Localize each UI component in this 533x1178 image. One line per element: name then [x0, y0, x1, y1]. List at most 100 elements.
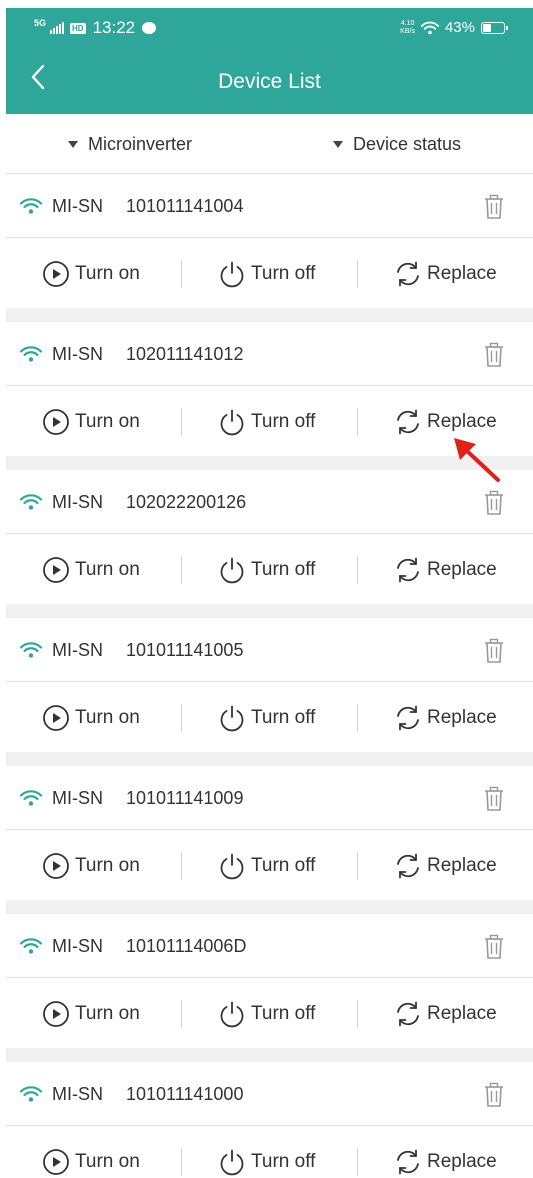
- status-bar: 5G HD 13:22 4.10 KB/s 43%: [6, 8, 533, 50]
- turn-on-button[interactable]: Turn on: [42, 831, 140, 900]
- turn-on-label: Turn on: [75, 854, 140, 876]
- trash-icon[interactable]: [483, 934, 505, 960]
- turn-on-button[interactable]: Turn on: [42, 535, 140, 604]
- play-circle-icon: [43, 1148, 69, 1175]
- device-card: MI-SN 101011141009 Turn on Turn off Repl…: [6, 766, 533, 900]
- battery-icon: [481, 21, 508, 34]
- power-icon: [220, 557, 244, 583]
- replace-button[interactable]: Replace: [394, 239, 497, 308]
- divider: [181, 1148, 182, 1176]
- divider: [357, 260, 358, 288]
- turn-on-button[interactable]: Turn on: [42, 239, 140, 308]
- device-actions: Turn on Turn off Replace: [6, 831, 533, 900]
- app-header: 5G HD 13:22 4.10 KB/s 43% Device List: [6, 8, 533, 114]
- refresh-icon: [397, 853, 419, 878]
- red-arrow-annotation-icon: [454, 438, 500, 482]
- device-card: MI-SN 101011141004 Turn on Turn off Repl…: [6, 174, 533, 308]
- title-bar: Device List: [6, 50, 533, 114]
- turn-on-label: Turn on: [75, 706, 140, 728]
- status-right: 4.10 KB/s 43%: [400, 19, 508, 36]
- divider: [181, 852, 182, 880]
- divider: [181, 260, 182, 288]
- turn-on-label: Turn on: [75, 1002, 140, 1024]
- replace-label: Replace: [427, 1150, 497, 1172]
- device-card: MI-SN 101011141005 Turn on Turn off Repl…: [6, 618, 533, 752]
- speed-value: 4.10: [400, 19, 415, 27]
- trash-icon[interactable]: [483, 1082, 505, 1108]
- device-row: MI-SN 101011141004: [6, 174, 533, 238]
- replace-label: Replace: [427, 854, 497, 876]
- device-status-label: Device status: [353, 134, 462, 154]
- sn-label: MI-SN: [52, 492, 103, 512]
- refresh-icon: [397, 705, 419, 730]
- turn-off-button[interactable]: Turn off: [218, 387, 315, 456]
- turn-off-button[interactable]: Turn off: [218, 683, 315, 752]
- device-actions: Turn on Turn off Replace: [6, 1127, 533, 1178]
- divider: [357, 1148, 358, 1176]
- turn-on-button[interactable]: Turn on: [42, 1127, 140, 1178]
- divider: [181, 704, 182, 732]
- device-list-screen: 5G HD 13:22 4.10 KB/s 43% Device List Mi…: [0, 0, 533, 1178]
- sn-label: MI-SN: [52, 936, 103, 956]
- device-actions: Turn on Turn off Replace: [6, 239, 533, 308]
- replace-button[interactable]: Replace: [394, 683, 497, 752]
- turn-off-label: Turn off: [251, 1002, 316, 1024]
- replace-button[interactable]: Replace: [394, 979, 497, 1048]
- turn-off-label: Turn off: [251, 410, 316, 432]
- power-icon: [220, 1149, 244, 1175]
- status-left: 5G HD 13:22: [34, 17, 157, 38]
- power-icon: [220, 705, 244, 731]
- sn-value: 102011141012: [126, 344, 244, 364]
- network-speed: 4.10 KB/s: [400, 20, 415, 36]
- turn-on-label: Turn on: [75, 262, 140, 284]
- divider: [357, 408, 358, 436]
- device-row: MI-SN 10101114006D: [6, 914, 533, 978]
- trash-icon[interactable]: [483, 342, 505, 368]
- trash-icon[interactable]: [483, 638, 505, 664]
- turn-off-button[interactable]: Turn off: [218, 979, 315, 1048]
- device-type-filter[interactable]: Microinverter: [68, 134, 192, 155]
- turn-off-button[interactable]: Turn off: [218, 535, 315, 604]
- trash-icon[interactable]: [483, 786, 505, 812]
- turn-on-button[interactable]: Turn on: [42, 683, 140, 752]
- clock: 13:22: [92, 18, 136, 37]
- divider: [357, 852, 358, 880]
- device-card: MI-SN 101011141000 Turn on Turn off Repl…: [6, 1062, 533, 1178]
- device-row: MI-SN 102011141012: [6, 322, 533, 386]
- power-icon: [220, 409, 244, 435]
- sn-label: MI-SN: [52, 196, 103, 216]
- replace-button[interactable]: Replace: [394, 1127, 497, 1178]
- hd-badge: HD: [70, 22, 86, 34]
- page-title: Device List: [218, 70, 321, 93]
- turn-on-button[interactable]: Turn on: [42, 387, 140, 456]
- turn-off-button[interactable]: Turn off: [218, 831, 315, 900]
- divider: [357, 556, 358, 584]
- divider: [181, 556, 182, 584]
- filter-bar: Microinverter Device status: [6, 114, 533, 174]
- play-circle-icon: [43, 260, 69, 287]
- refresh-icon: [397, 261, 419, 286]
- device-status-filter[interactable]: Device status: [333, 134, 461, 155]
- speed-unit: KB/s: [400, 27, 415, 35]
- turn-off-label: Turn off: [251, 558, 316, 580]
- replace-label: Replace: [427, 262, 497, 284]
- network-type: 5G: [34, 17, 47, 28]
- replace-button[interactable]: Replace: [394, 535, 497, 604]
- sn-value: 101011141009: [126, 788, 244, 808]
- sn-label: MI-SN: [52, 788, 103, 808]
- card-separator: [6, 604, 533, 618]
- trash-icon[interactable]: [483, 490, 505, 516]
- power-icon: [220, 261, 244, 287]
- wifi-icon: [20, 790, 42, 806]
- message-icon: [142, 22, 157, 34]
- divider: [357, 704, 358, 732]
- turn-off-button[interactable]: Turn off: [218, 239, 315, 308]
- wifi-icon: [20, 1086, 42, 1102]
- replace-button[interactable]: Replace: [394, 831, 497, 900]
- trash-icon[interactable]: [483, 194, 505, 220]
- turn-on-button[interactable]: Turn on: [42, 979, 140, 1048]
- turn-off-button[interactable]: Turn off: [218, 1127, 315, 1178]
- device-type-label: Microinverter: [88, 134, 193, 154]
- wifi-icon: [20, 642, 42, 658]
- turn-off-label: Turn off: [251, 262, 316, 284]
